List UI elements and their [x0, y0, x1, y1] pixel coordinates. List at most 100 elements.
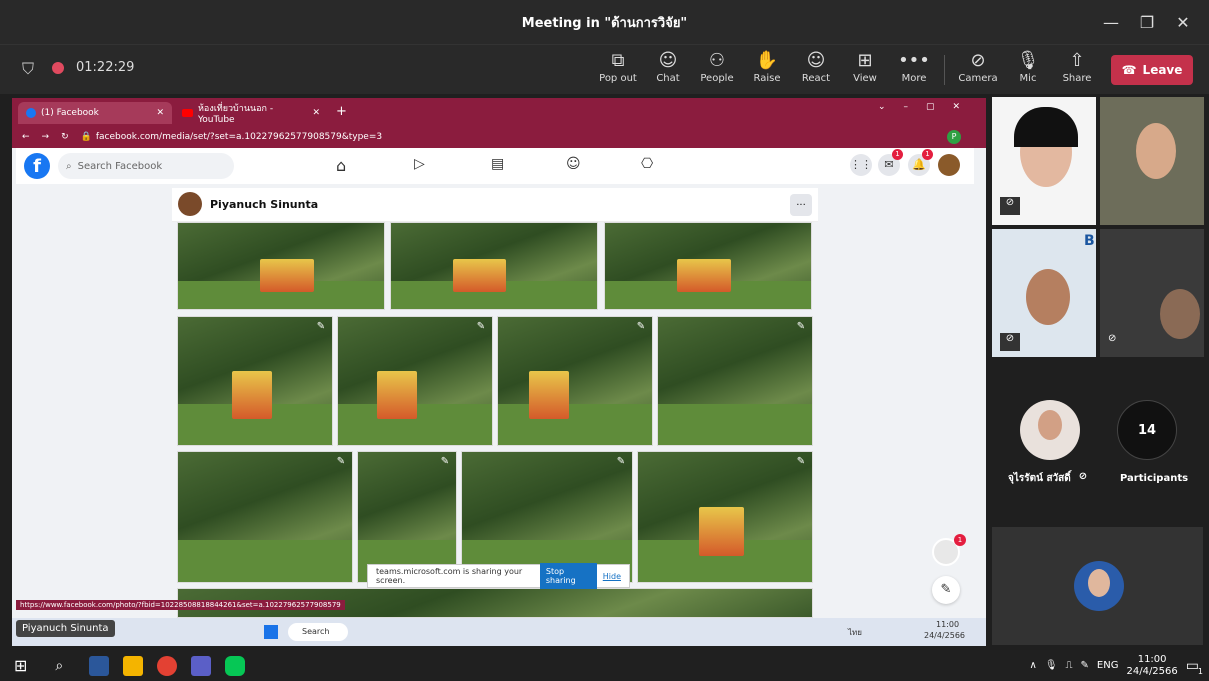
photo-tile[interactable] — [177, 222, 385, 310]
stop-sharing-button[interactable]: Stop sharing — [539, 563, 597, 589]
edit-icon[interactable]: ✎ — [314, 321, 328, 335]
inner-lang: ไทย — [848, 628, 862, 637]
compose-icon[interactable]: ✎ — [932, 576, 960, 604]
photo-tile[interactable]: ✎ — [657, 316, 813, 446]
messenger-badge: 1 — [892, 149, 903, 160]
shield-icon: ⛉ — [22, 59, 35, 78]
pop-out-button[interactable]: ⧉ Pop out — [596, 51, 640, 85]
marketplace-icon[interactable]: ▤ — [491, 156, 504, 172]
presenter-label: Piyanuch Sinunta — [16, 620, 115, 637]
participants-count-button[interactable]: 14 — [1117, 400, 1177, 460]
windows-start-icon[interactable] — [264, 625, 278, 639]
edit-icon[interactable]: ✎ — [614, 456, 628, 470]
home-icon[interactable]: ⌂ — [336, 156, 346, 175]
menu-icon[interactable]: ⋮⋮ — [850, 154, 872, 176]
participant-name-row: จุไรรัตน์ สวัสดิ์ ⊘ — [1008, 471, 1088, 484]
network-icon[interactable]: ⎍ — [1066, 660, 1073, 671]
photo-tile[interactable]: ✎ — [337, 316, 493, 446]
tab-youtube[interactable]: ห้องเที่ยวบ้านนอก - YouTube ✕ — [174, 102, 328, 125]
pen-icon[interactable]: ✎ — [1081, 660, 1089, 671]
self-avatar[interactable] — [1074, 561, 1124, 611]
author-name[interactable]: Piyanuch Sinunta — [210, 198, 318, 211]
edit-icon[interactable]: ✎ — [794, 456, 808, 470]
recording-icon — [52, 62, 64, 74]
hide-link[interactable]: Hide — [603, 572, 621, 581]
video-tile[interactable]: ⊘ — [992, 97, 1096, 225]
author-avatar[interactable] — [178, 192, 202, 216]
facebook-logo[interactable]: f — [24, 153, 50, 179]
minimize-icon[interactable]: — — [1093, 13, 1129, 32]
mic-icon[interactable]: 🎙 — [1045, 660, 1058, 671]
share-button[interactable]: ⇧ Share — [1055, 51, 1099, 85]
people-icon: ⚇ — [708, 50, 726, 71]
photo-tile[interactable]: ✎ — [177, 451, 353, 583]
photo-tile[interactable]: ✎ — [637, 451, 813, 583]
window-controls: ⌄–▢✕ — [878, 102, 979, 112]
clock[interactable]: 11:00 24/4/2566 — [1126, 654, 1177, 678]
people-button[interactable]: ⚇ People — [695, 50, 739, 85]
chat-icon: ☺ — [658, 50, 678, 71]
profile-avatar[interactable]: P — [947, 130, 961, 144]
meeting-timer: 01:22:29 — [76, 60, 135, 75]
edit-icon[interactable]: ✎ — [438, 456, 452, 470]
video-tile[interactable] — [1100, 97, 1204, 225]
gaming-icon[interactable]: ⎔ — [641, 156, 653, 172]
more-button[interactable]: ••• More — [892, 51, 936, 85]
react-button[interactable]: ☺ React — [794, 50, 838, 85]
raise-hand-button[interactable]: ✋ Raise — [745, 50, 789, 85]
photo-tile[interactable]: ✎ — [177, 316, 333, 446]
windows-taskbar: ⊞ ⌕ ∧ 🎙 ⎍ ✎ ENG 11:00 24/4/2566 ▭ 1 — [0, 650, 1209, 681]
more-options-button[interactable]: ... — [790, 194, 812, 216]
photo-tile[interactable] — [604, 222, 812, 310]
close-tab-icon[interactable]: ✕ — [156, 108, 164, 118]
edit-icon[interactable]: ✎ — [474, 321, 488, 335]
chevron-up-icon[interactable]: ∧ — [1030, 660, 1037, 671]
close-tab-icon[interactable]: ✕ — [312, 108, 320, 118]
new-tab-icon[interactable]: + — [336, 104, 347, 119]
mic-off-icon: 🎙 — [1016, 50, 1040, 71]
post-header: Piyanuch Sinunta ... — [172, 188, 818, 222]
hand-icon: ✋ — [755, 50, 779, 71]
address-bar[interactable]: facebook.com/media/set/?set=a.1022796257… — [96, 132, 382, 142]
photo-tile[interactable]: ✎ — [497, 316, 653, 446]
close-icon[interactable]: ✕ — [1165, 13, 1201, 32]
search-input[interactable]: ⌕ Search Facebook — [58, 153, 234, 179]
mic-off-icon: ⊘ — [1108, 333, 1117, 344]
chrome-icon[interactable] — [157, 655, 178, 676]
leave-button[interactable]: ☎ Leave — [1111, 55, 1193, 85]
forward-icon[interactable]: → — [42, 132, 50, 142]
tile-letter: B — [1084, 233, 1095, 249]
view-button[interactable]: ⊞ View — [843, 51, 887, 85]
account-avatar[interactable] — [938, 154, 960, 176]
search-icon[interactable]: ⌕ — [55, 658, 63, 674]
notification-icon[interactable]: ▭ 1 — [1186, 658, 1203, 676]
photo-tile[interactable] — [390, 222, 598, 310]
maximize-icon[interactable]: ❐ — [1129, 13, 1165, 32]
inner-search-box[interactable]: Search — [288, 623, 348, 641]
participant-avatar[interactable] — [1020, 400, 1080, 460]
watch-icon[interactable]: ▷ — [414, 156, 425, 172]
edit-icon[interactable]: ✎ — [634, 321, 648, 335]
line-icon[interactable] — [225, 655, 246, 676]
teams-icon[interactable] — [191, 655, 212, 676]
tab-facebook[interactable]: (1) Facebook ✕ — [18, 102, 172, 124]
edit-icon[interactable]: ✎ — [334, 456, 348, 470]
chat-button[interactable]: ☺ Chat — [646, 50, 690, 85]
edit-icon[interactable]: ✎ — [794, 321, 808, 335]
smiley-icon: ☺ — [806, 50, 826, 71]
windows-start-icon[interactable]: ⊞ — [14, 656, 27, 675]
camera-button[interactable]: ⊘ Camera — [956, 51, 1000, 85]
shared-windows-taskbar: Search ไทย 11:00 24/4/2566 — [12, 618, 986, 646]
language-indicator[interactable]: ENG — [1097, 660, 1119, 671]
mic-button[interactable]: 🎙 Mic — [1006, 50, 1050, 85]
groups-icon[interactable]: ☺ — [566, 156, 581, 172]
video-tile[interactable]: ⊘ — [1100, 229, 1204, 357]
video-tile[interactable]: B ⊘ — [992, 229, 1096, 357]
back-icon[interactable]: ← — [22, 132, 30, 142]
file-explorer-icon[interactable] — [123, 655, 144, 676]
self-view — [992, 527, 1203, 645]
notifications-badge: 1 — [922, 149, 933, 160]
word-icon[interactable] — [89, 655, 110, 676]
browser-chrome: (1) Facebook ✕ ห้องเที่ยวบ้านนอก - YouTu… — [12, 98, 986, 148]
reload-icon[interactable]: ↻ — [61, 132, 69, 142]
